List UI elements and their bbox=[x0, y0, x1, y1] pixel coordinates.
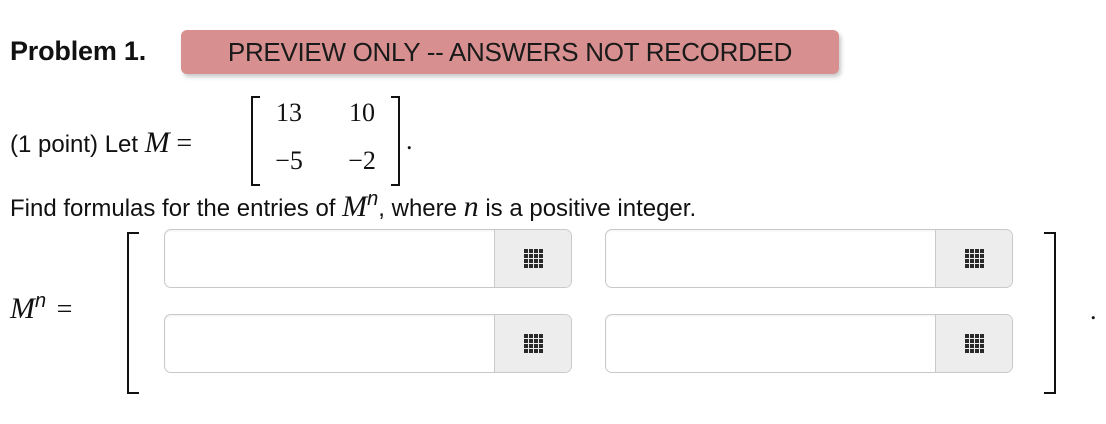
answer-input-r1c1 bbox=[164, 229, 572, 288]
answer-field-r2c1[interactable] bbox=[165, 315, 495, 372]
grid-icon bbox=[523, 249, 543, 268]
instruction-prefix: Find formulas for the entries of bbox=[10, 195, 336, 222]
matrix-entry-r1c2: 10 bbox=[349, 98, 375, 127]
equals-sign: = bbox=[176, 128, 193, 159]
answer-period: . bbox=[1090, 296, 1097, 325]
matrix-right-bracket bbox=[391, 96, 400, 186]
matrix-entry-r2c1: −5 bbox=[275, 146, 303, 175]
instruction-base: M bbox=[342, 190, 368, 223]
instruction-var: n bbox=[463, 190, 479, 223]
answer-right-bracket bbox=[1044, 232, 1056, 394]
matrix-entry-r1c1: 13 bbox=[276, 98, 302, 127]
matrix-variable: M bbox=[144, 126, 170, 159]
answer-input-r2c1 bbox=[164, 314, 572, 373]
matrix-entry-r2c2: −2 bbox=[348, 146, 376, 175]
answer-equals-sign: = bbox=[56, 294, 73, 325]
matrix-entry-button-r1c1[interactable] bbox=[494, 230, 571, 287]
answer-field-r1c1[interactable] bbox=[165, 230, 495, 287]
answer-left-bracket bbox=[127, 232, 139, 394]
grid-icon bbox=[964, 249, 984, 268]
matrix-entry-button-r2c2[interactable] bbox=[935, 315, 1012, 372]
problem-title: Problem 1. bbox=[10, 36, 147, 66]
point-label: (1 point) Let bbox=[10, 131, 139, 158]
answer-input-r2c2 bbox=[605, 314, 1013, 373]
answer-field-r1c2[interactable] bbox=[606, 230, 936, 287]
instruction-text: Find formulas for the entries of Mn, whe… bbox=[10, 188, 696, 224]
answer-lhs: Mn = bbox=[10, 290, 72, 326]
answer-exponent: n bbox=[35, 290, 47, 312]
answer-input-r1c2 bbox=[605, 229, 1013, 288]
matrix-entry-button-r2c1[interactable] bbox=[494, 315, 571, 372]
intro-text: (1 point) Let M = bbox=[10, 126, 192, 160]
matrix-entry-button-r1c2[interactable] bbox=[935, 230, 1012, 287]
grid-icon bbox=[964, 334, 984, 353]
grid-icon bbox=[523, 334, 543, 353]
answer-base: M bbox=[10, 292, 35, 325]
matrix-period: . bbox=[406, 126, 413, 155]
instruction-middle: , where bbox=[378, 195, 457, 222]
answer-field-r2c2[interactable] bbox=[606, 315, 936, 372]
preview-only-banner: PREVIEW ONLY -- ANSWERS NOT RECORDED bbox=[181, 30, 839, 74]
instruction-suffix: is a positive integer. bbox=[485, 195, 697, 222]
instruction-exponent: n bbox=[367, 188, 379, 210]
